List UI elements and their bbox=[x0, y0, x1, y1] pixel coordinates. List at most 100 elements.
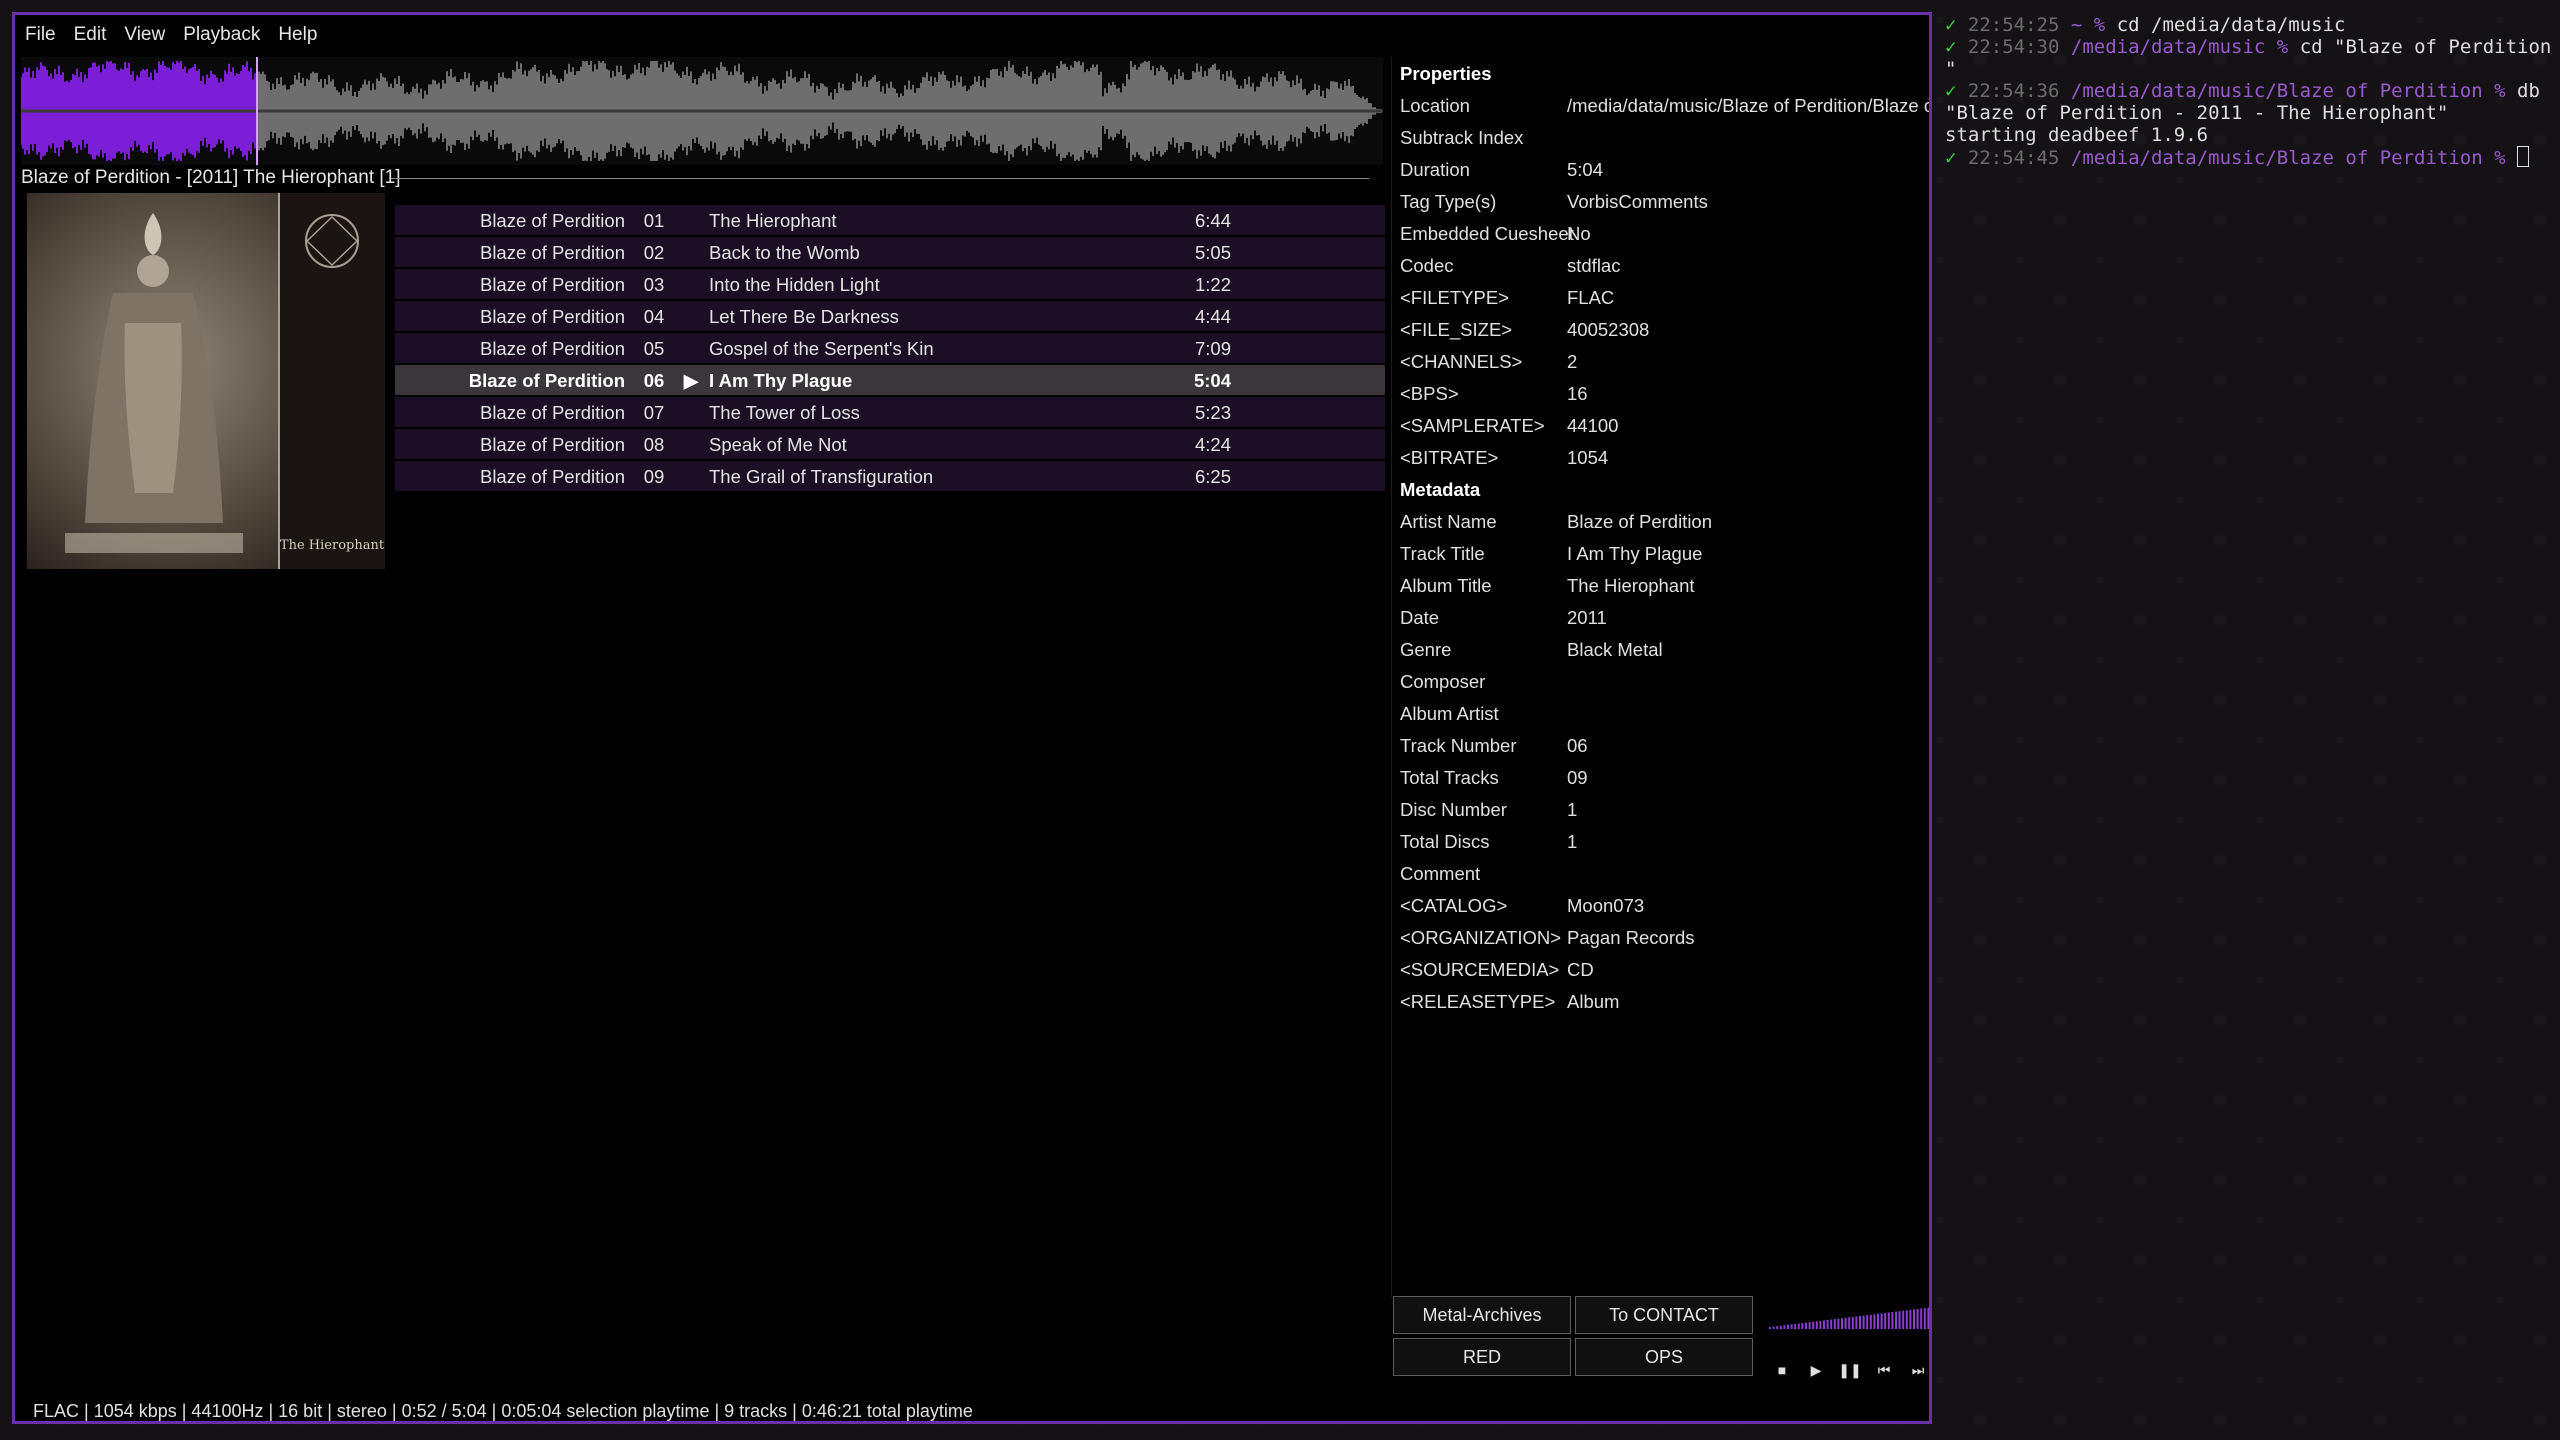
cover-art-image: The Hierophant bbox=[27, 193, 385, 569]
properties-row[interactable]: Tag Type(s) VorbisComments bbox=[1392, 185, 1929, 217]
metadata-key: Composer bbox=[1400, 671, 1486, 692]
properties-row[interactable]: <FILE_SIZE> 40052308 bbox=[1392, 313, 1929, 345]
menu-bar: File Edit View Playback Help bbox=[15, 15, 335, 55]
metadata-row[interactable]: Genre Black Metal bbox=[1392, 633, 1929, 665]
metadata-row[interactable]: Total Discs 1 bbox=[1392, 825, 1929, 857]
properties-row[interactable]: Location/media/data/music/Blaze of Perdi… bbox=[1392, 89, 1929, 121]
ops-button[interactable]: OPS bbox=[1575, 1338, 1753, 1376]
metadata-value: I Am Thy Plague bbox=[1567, 543, 1703, 564]
metadata-key: Date bbox=[1400, 607, 1440, 628]
terminal-line: ✓ 22:54:36 /media/data/music/Blaze of Pe… bbox=[1945, 80, 2545, 102]
volume-slider[interactable] bbox=[1769, 1305, 1929, 1331]
play-icon: ▶ bbox=[1810, 1362, 1822, 1378]
terminal-output: "Blaze of Perdition - 2011 - The Hieroph… bbox=[1945, 102, 2449, 124]
properties-row[interactable]: <BITRATE> 1054 bbox=[1392, 441, 1929, 473]
metadata-key: Comment bbox=[1400, 863, 1481, 884]
properties-row[interactable]: Subtrack Index bbox=[1392, 121, 1929, 153]
properties-row[interactable]: Duration 5:04 bbox=[1392, 153, 1929, 185]
to-contact-button[interactable]: To CONTACT bbox=[1575, 1296, 1753, 1334]
metadata-key: <ORGANIZATION> bbox=[1400, 927, 1562, 948]
waveform-seekbar[interactable] bbox=[21, 57, 1383, 165]
track-number: 04 bbox=[643, 306, 665, 327]
prompt-symbol: % bbox=[2276, 36, 2289, 58]
track-title: Let There Be Darkness bbox=[709, 306, 899, 327]
properties-row[interactable]: <CHANNELS> 2 bbox=[1392, 345, 1929, 377]
metadata-row[interactable]: Composer bbox=[1392, 665, 1929, 697]
metadata-key: <CATALOG> bbox=[1400, 895, 1508, 916]
next-icon: ⏭ bbox=[1911, 1362, 1925, 1378]
group-divider bbox=[391, 178, 1369, 179]
terminal-line: ✓ 22:54:45 /media/data/music/Blaze of Pe… bbox=[1945, 146, 2545, 169]
track-artist: Blaze of Perdition bbox=[479, 338, 625, 359]
properties-key: <SAMPLERATE> bbox=[1400, 415, 1545, 436]
metadata-row[interactable]: <ORGANIZATION> Pagan Records bbox=[1392, 921, 1929, 953]
track-row[interactable]: Blaze of Perdition 04 Let There Be Darknes… bbox=[395, 301, 1385, 331]
prompt-path: /media/data/music/Blaze of Perdition bbox=[2070, 80, 2483, 102]
terminal-cursor bbox=[2517, 146, 2530, 167]
track-artist: Blaze of Perdition bbox=[479, 306, 625, 327]
track-row[interactable]: Blaze of Perdition 08 Speak of Me Not 4:24 bbox=[395, 429, 1385, 459]
track-row[interactable]: Blaze of Perdition 02 Back to the Womb 5:05 bbox=[395, 237, 1385, 267]
metadata-row[interactable]: Comment bbox=[1392, 857, 1929, 889]
properties-row[interactable]: <FILETYPE> FLAC bbox=[1392, 281, 1929, 313]
metadata-row[interactable]: Album Artist bbox=[1392, 697, 1929, 729]
metadata-value: 06 bbox=[1567, 735, 1588, 756]
stop-button[interactable]: ■ bbox=[1769, 1357, 1795, 1383]
metadata-key: <RELEASETYPE> bbox=[1400, 991, 1556, 1012]
track-row[interactable]: Blaze of Perdition 09 The Grail of Transfi… bbox=[395, 461, 1385, 491]
terminal-output: starting deadbeef 1.9.6 bbox=[1945, 124, 2209, 146]
metadata-row[interactable]: <SOURCEMEDIA> CD bbox=[1392, 953, 1929, 985]
pause-button[interactable]: ❚❚ bbox=[1837, 1357, 1863, 1383]
terminal-line: "Blaze of Perdition - 2011 - The Hieroph… bbox=[1945, 102, 2545, 124]
track-title: I Am Thy Plague bbox=[709, 370, 853, 391]
track-duration: 4:44 bbox=[1194, 306, 1231, 327]
properties-value: 2 bbox=[1567, 351, 1578, 372]
track-row[interactable]: Blaze of Perdition 03 Into the Hidden Ligh… bbox=[395, 269, 1385, 299]
track-duration: 1:22 bbox=[1194, 274, 1231, 295]
track-number: 05 bbox=[643, 338, 665, 359]
play-button[interactable]: ▶ bbox=[1803, 1357, 1829, 1383]
metadata-row[interactable]: Track Title I Am Thy Plague bbox=[1392, 537, 1929, 569]
properties-row[interactable]: <BPS> 16 bbox=[1392, 377, 1929, 409]
metadata-row[interactable]: Disc Number 1 bbox=[1392, 793, 1929, 825]
prompt-symbol: % bbox=[2494, 80, 2506, 102]
prompt-path: ~ bbox=[2070, 14, 2083, 36]
track-row[interactable]: Blaze of Perdition 05 Gospel of the Serpen… bbox=[395, 333, 1385, 363]
metadata-row[interactable]: Track Number 06 bbox=[1392, 729, 1929, 761]
metadata-row[interactable]: Album Title The Hierophant bbox=[1392, 569, 1929, 601]
previous-button[interactable]: ⏮ bbox=[1871, 1357, 1897, 1383]
track-duration: 5:04 bbox=[1193, 370, 1231, 391]
pause-icon: ❚❚ bbox=[1838, 1362, 1862, 1378]
track-row[interactable]: Blaze of Perdition 07 The Tower of Loss 5:2… bbox=[395, 397, 1385, 427]
properties-value: No bbox=[1567, 223, 1591, 244]
properties-row[interactable]: Codec stdflac bbox=[1392, 249, 1929, 281]
metadata-row[interactable]: <RELEASETYPE> Album bbox=[1392, 985, 1929, 1017]
track-title: The Tower of Loss bbox=[709, 402, 860, 423]
track-artist: Blaze of Perdition bbox=[479, 210, 625, 231]
success-check-icon: ✓ bbox=[1945, 36, 1957, 58]
track-row[interactable]: Blaze of Perdition 01 The Hierophant 6:44 bbox=[395, 205, 1385, 235]
menu-help[interactable]: Help bbox=[278, 24, 317, 46]
menu-playback[interactable]: Playback bbox=[183, 24, 260, 46]
next-button[interactable]: ⏭ bbox=[1905, 1357, 1929, 1383]
metadata-row[interactable]: Total Tracks 09 bbox=[1392, 761, 1929, 793]
metadata-key: Genre bbox=[1400, 639, 1452, 660]
metadata-key: Disc Number bbox=[1400, 799, 1507, 820]
terminal-line: " bbox=[1945, 58, 2545, 80]
menu-file[interactable]: File bbox=[25, 24, 56, 46]
track-number: 01 bbox=[643, 210, 665, 231]
menu-view[interactable]: View bbox=[124, 24, 165, 46]
properties-row[interactable]: <SAMPLERATE> 44100 bbox=[1392, 409, 1929, 441]
menu-edit[interactable]: Edit bbox=[74, 24, 107, 46]
properties-row[interactable]: Embedded Cuesheet No bbox=[1392, 217, 1929, 249]
metadata-row[interactable]: Artist Name Blaze of Perdition bbox=[1392, 505, 1929, 537]
track-row[interactable]: Blaze of Perdition 06 ▶ I Am Thy Plague 5:04 bbox=[395, 365, 1385, 395]
terminal-line: ✓ 22:54:30 /media/data/music % cd "Blaze… bbox=[1945, 36, 2551, 58]
metal-archives-button[interactable]: Metal-Archives bbox=[1393, 1296, 1571, 1334]
metadata-value: The Hierophant bbox=[1567, 575, 1695, 596]
track-artist: Blaze of Perdition bbox=[479, 274, 625, 295]
metadata-row[interactable]: Date 2011 bbox=[1392, 601, 1929, 633]
red-button[interactable]: RED bbox=[1393, 1338, 1571, 1376]
metadata-row[interactable]: <CATALOG> Moon073 bbox=[1392, 889, 1929, 921]
terminal-window[interactable]: ✓ 22:54:25 ~ % cd /media/data/music ✓ 22:… bbox=[1945, 14, 2551, 169]
